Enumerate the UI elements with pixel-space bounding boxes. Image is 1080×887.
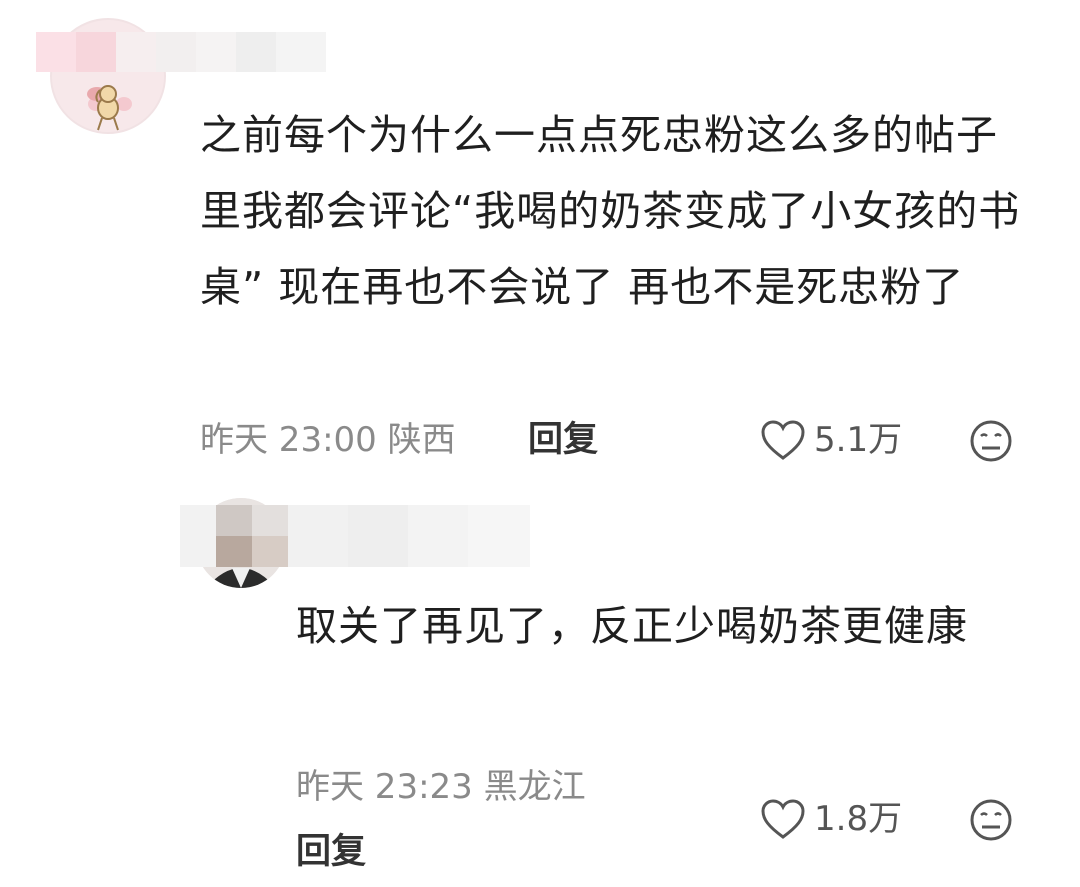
comment-time: 昨天 23:23 — [296, 767, 473, 807]
comment-item — [0, 490, 1080, 887]
neutral-face-icon[interactable] — [969, 798, 1013, 842]
comment-meta: 昨天 23:23 黑龙江 — [296, 765, 586, 809]
comment-item: 之前每个为什么一点点死忠粉这么多的帖子里我都会评论“我喝的奶茶变成了小女孩的书桌… — [0, 0, 1080, 490]
like-count: 5.1万 — [814, 420, 903, 460]
like-button[interactable]: 1.8万 — [760, 797, 902, 841]
reply-button[interactable]: 回复 — [296, 830, 366, 874]
blurred-username — [36, 32, 326, 72]
comment-time: 昨天 23:00 — [200, 420, 377, 460]
reply-button[interactable]: 回复 — [528, 418, 598, 462]
like-count: 1.8万 — [814, 799, 903, 839]
like-button[interactable]: 5.1万 — [760, 418, 902, 462]
comment-meta: 昨天 23:00 陕西 — [200, 418, 456, 462]
comment-text: 之前每个为什么一点点死忠粉这么多的帖子里我都会评论“我喝的奶茶变成了小女孩的书桌… — [200, 111, 1021, 311]
comment-location: 黑龙江 — [483, 767, 586, 807]
heart-outline-icon — [761, 799, 805, 839]
neutral-face-icon[interactable] — [969, 419, 1013, 463]
blurred-username — [180, 505, 530, 567]
heart-outline-icon — [761, 420, 805, 460]
comment-text: 取关了再见了，反正少喝奶茶更健康 — [296, 602, 968, 650]
comment-location: 陕西 — [387, 420, 456, 460]
